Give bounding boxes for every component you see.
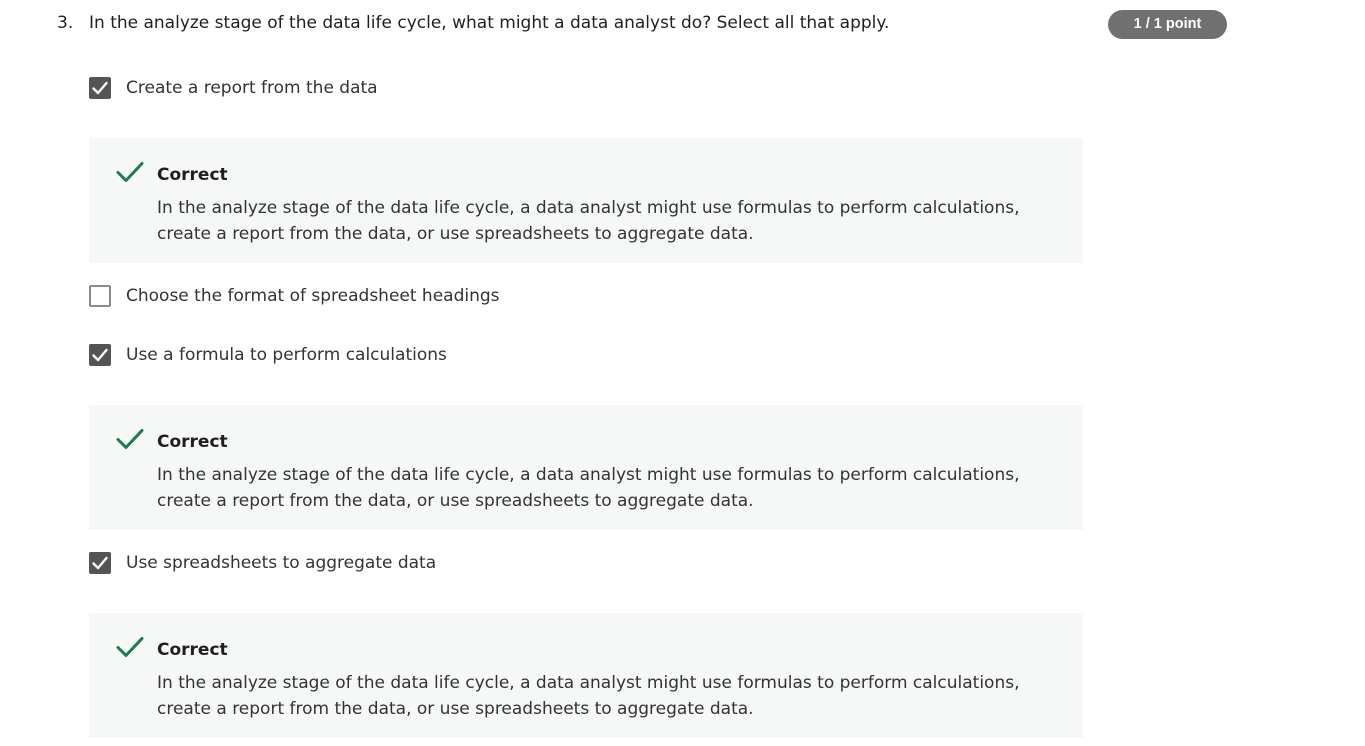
feedback-correct: Correct In the analyze stage of the data… <box>89 138 1083 263</box>
checkmark-icon <box>92 348 108 362</box>
option-label: Use a formula to perform calculations <box>126 345 447 365</box>
checkbox-checked[interactable] <box>89 77 111 99</box>
option-label: Use spreadsheets to aggregate data <box>126 553 437 573</box>
checkmark-icon <box>92 556 108 570</box>
feedback-correct: Correct In the analyze stage of the data… <box>89 613 1083 738</box>
points-badge: 1 / 1 point <box>1108 10 1227 39</box>
option-use-spreadsheets[interactable]: Use spreadsheets to aggregate data <box>89 551 436 575</box>
option-label: Create a report from the data <box>126 78 378 98</box>
option-label: Choose the format of spreadsheet heading… <box>126 286 500 306</box>
feedback-correct: Correct In the analyze stage of the data… <box>89 405 1083 530</box>
checkbox-checked[interactable] <box>89 344 111 366</box>
feedback-text: In the analyze stage of the data life cy… <box>157 673 1020 719</box>
feedback-text: In the analyze stage of the data life cy… <box>157 465 1020 511</box>
correct-check-icon <box>116 162 144 182</box>
question-text: In the analyze stage of the data life cy… <box>89 13 890 33</box>
feedback-title: Correct <box>157 640 228 660</box>
feedback-text: In the analyze stage of the data life cy… <box>157 198 1020 244</box>
quiz-question: 3. In the analyze stage of the data life… <box>0 0 1365 746</box>
option-create-report[interactable]: Create a report from the data <box>89 76 378 100</box>
checkbox-unchecked[interactable] <box>89 285 111 307</box>
checkmark-icon <box>92 81 108 95</box>
correct-check-icon <box>116 429 144 449</box>
option-choose-format[interactable]: Choose the format of spreadsheet heading… <box>89 284 500 308</box>
feedback-title: Correct <box>157 432 228 452</box>
feedback-title: Correct <box>157 165 228 185</box>
checkbox-checked[interactable] <box>89 552 111 574</box>
correct-check-icon <box>116 637 144 657</box>
option-use-formula[interactable]: Use a formula to perform calculations <box>89 343 447 367</box>
question-number: 3. <box>57 13 74 33</box>
